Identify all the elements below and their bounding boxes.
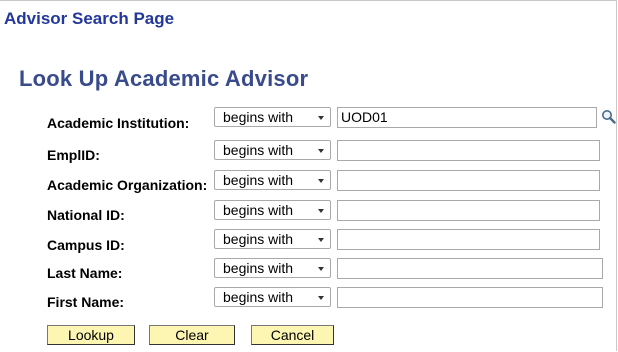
operator-value: begins with — [223, 231, 294, 247]
operator-value: begins with — [223, 202, 294, 218]
operator-select-campus-id[interactable]: begins with — [214, 229, 331, 249]
label-academic-organization: Academic Organization: — [47, 177, 208, 193]
operator-select-national-id[interactable]: begins with — [214, 200, 331, 220]
operator-value: begins with — [223, 172, 294, 188]
operator-value: begins with — [223, 260, 294, 276]
operator-value: begins with — [223, 109, 294, 125]
academic-institution-input[interactable]: UOD01 — [337, 107, 597, 128]
label-academic-institution: Academic Institution: — [47, 115, 190, 131]
operator-select-academic-institution[interactable]: begins with — [214, 107, 331, 127]
chevron-down-icon — [318, 116, 324, 120]
chevron-down-icon — [318, 296, 324, 300]
page-header: Advisor Search Page — [4, 9, 175, 28]
chevron-down-icon — [318, 267, 324, 271]
operator-select-first-name[interactable]: begins with — [214, 287, 331, 307]
label-first-name: First Name: — [47, 294, 125, 310]
last-name-input[interactable] — [337, 258, 603, 279]
academic-organization-input[interactable] — [337, 170, 600, 191]
first-name-input[interactable] — [337, 287, 603, 308]
academic-institution-value: UOD01 — [341, 109, 388, 125]
campus-id-input[interactable] — [337, 229, 600, 250]
operator-select-academic-organization[interactable]: begins with — [214, 170, 331, 190]
clear-button[interactable]: Clear — [149, 325, 235, 345]
emplid-input[interactable] — [337, 140, 600, 161]
chevron-down-icon — [318, 179, 324, 183]
label-campus-id: Campus ID: — [47, 237, 125, 253]
operator-select-emplid[interactable]: begins with — [214, 140, 331, 160]
label-emplid: EmplID: — [47, 147, 100, 163]
magnifier-icon[interactable] — [601, 109, 616, 124]
lookup-button[interactable]: Lookup — [47, 325, 135, 345]
operator-value: begins with — [223, 142, 294, 158]
form-title: Look Up Academic Advisor — [19, 66, 309, 91]
operator-value: begins with — [223, 289, 294, 305]
label-national-id: National ID: — [47, 207, 125, 223]
national-id-input[interactable] — [337, 200, 600, 221]
label-last-name: Last Name: — [47, 265, 123, 281]
cancel-button[interactable]: Cancel — [251, 325, 334, 345]
chevron-down-icon — [318, 238, 324, 242]
chevron-down-icon — [318, 209, 324, 213]
chevron-down-icon — [318, 149, 324, 153]
operator-select-last-name[interactable]: begins with — [214, 258, 331, 278]
